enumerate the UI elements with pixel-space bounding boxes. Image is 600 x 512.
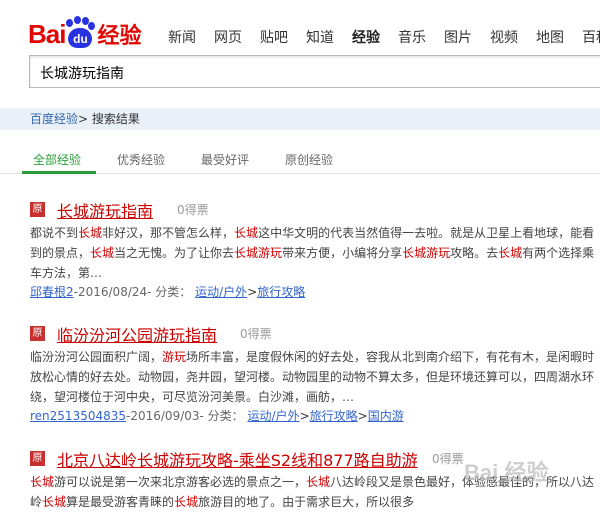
logo-text: Bai: [28, 18, 66, 49]
result-description: 临汾汾河公园面积广阔，游玩场所丰富，是度假休闲的好去处，容我从北到南介绍下，有花…: [30, 350, 595, 404]
author-link[interactable]: 邱春根2: [30, 285, 74, 299]
nav-item[interactable]: 视频: [490, 27, 518, 47]
result-description: 都说不到长城非好汉，那不管怎么样，长城这中华文明的代表当然值得一去啦。就是从卫星…: [30, 226, 595, 280]
original-badge-icon: 原: [30, 326, 45, 341]
filter-tabs: 全部经验 优秀经验 最受好评 原创经验: [0, 145, 600, 174]
nav-item[interactable]: 知道: [306, 27, 334, 47]
category-link[interactable]: 旅行攻略: [310, 409, 358, 423]
nav-item[interactable]: 经验: [352, 27, 380, 47]
breadcrumb-home-link[interactable]: 百度经验: [30, 108, 78, 130]
top-nav: 新闻网页贴吧知道经验音乐图片视频地图百科: [168, 27, 600, 47]
category-link[interactable]: 旅行攻略: [257, 285, 305, 299]
author-link[interactable]: ren2513504835: [30, 409, 126, 423]
baidu-watermark: Bai 经验: [464, 460, 549, 485]
result-item: 原 临汾汾河公园游玩指南 0得票 临汾汾河公园面积广阔，游玩场所丰富，是度假休闲…: [30, 322, 600, 432]
result-meta: 邱春根2-2016/08/24- 分类： 运动/户外>旅行攻略: [30, 285, 306, 299]
baidu-jingyan-logo[interactable]: Bai du 经验: [28, 14, 141, 54]
nav-item[interactable]: 地图: [536, 27, 564, 47]
breadcrumb: 百度经验 > 搜索结果: [0, 108, 600, 130]
result-item: 原 长城游玩指南 0得票 都说不到长城非好汉，那不管怎么样，长城这中华文明的代表…: [30, 198, 600, 308]
tab-excellent[interactable]: 优秀经验: [117, 151, 165, 168]
vote-count: 0得票: [177, 203, 209, 217]
tab-original[interactable]: 原创经验: [285, 151, 333, 168]
tab-all[interactable]: 全部经验: [33, 151, 81, 168]
result-title-link[interactable]: 长城游玩指南: [57, 198, 153, 222]
nav-item[interactable]: 音乐: [398, 27, 426, 47]
active-tab-indicator: [22, 171, 96, 174]
breadcrumb-current: > 搜索结果: [78, 112, 140, 126]
nav-item[interactable]: 百科: [582, 27, 600, 47]
nav-item[interactable]: 网页: [214, 27, 242, 47]
category-link[interactable]: 运动/户外: [195, 285, 247, 299]
tab-most-liked[interactable]: 最受好评: [201, 151, 249, 168]
category-link[interactable]: 运动/户外: [248, 409, 300, 423]
search-query-text: 长城游玩指南: [40, 66, 124, 82]
original-badge-icon: 原: [30, 202, 45, 217]
logo-jingyan-text: 经验: [97, 24, 142, 49]
search-input[interactable]: 长城游玩指南: [29, 55, 600, 88]
vote-count: 0得票: [240, 327, 272, 341]
result-meta: ren2513504835-2016/09/03- 分类： 运动/户外>旅行攻略…: [30, 409, 404, 423]
original-badge-icon: 原: [30, 451, 45, 466]
result-title-link[interactable]: 临汾汾河公园游玩指南: [57, 322, 217, 346]
vote-count: 0得票: [432, 452, 464, 466]
category-link[interactable]: 国内游: [368, 409, 404, 423]
paw-icon: du: [66, 16, 96, 49]
nav-item[interactable]: 新闻: [168, 27, 196, 47]
result-title-link[interactable]: 北京八达岭长城游玩攻略-乘坐S2线和877路自助游: [57, 447, 418, 471]
nav-item[interactable]: 图片: [444, 27, 472, 47]
header: Bai du 经验 新闻网页贴吧知道经验音乐图片视频地图百科 长城游玩指南: [0, 0, 600, 104]
nav-item[interactable]: 贴吧: [260, 27, 288, 47]
